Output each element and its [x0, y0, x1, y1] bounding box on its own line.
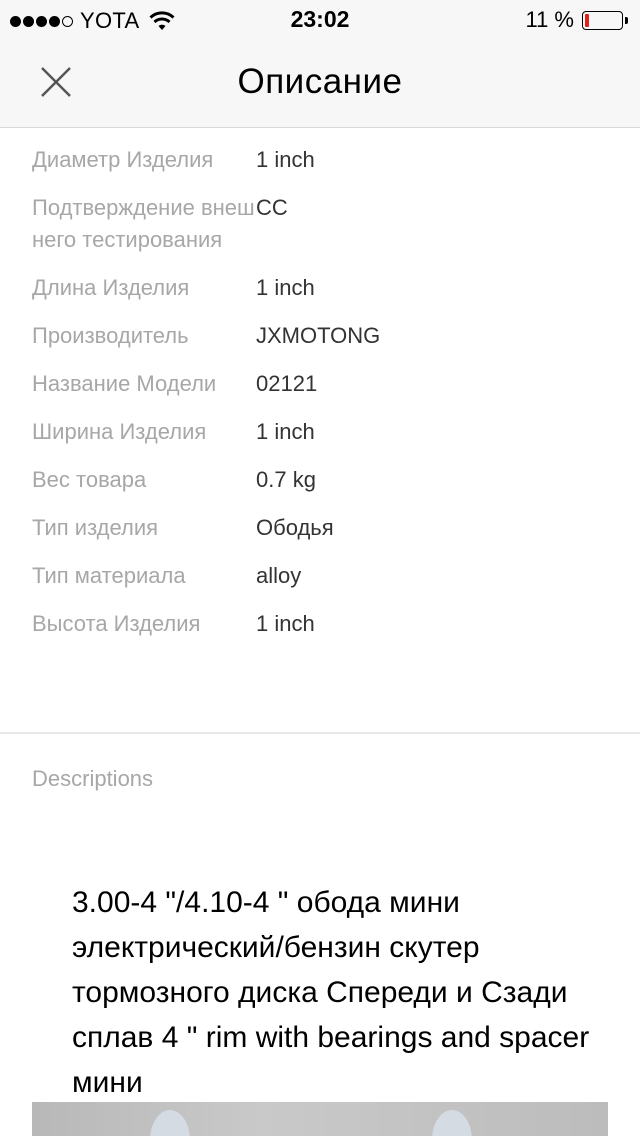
divider: [0, 732, 640, 734]
header: YOTA 23:02 11 % Описание: [0, 0, 640, 128]
battery-tip: [625, 16, 628, 24]
spec-value: 1 inch: [256, 147, 315, 172]
spec-row: Название Модели 02121: [32, 368, 612, 400]
spec-value: 1 inch: [256, 419, 315, 444]
spec-label: Тип изделия: [32, 515, 159, 540]
spec-row: Тип материала alloy: [32, 560, 612, 592]
spec-value: JXMOTONG: [256, 323, 381, 348]
spec-label: Длина Изделия: [32, 275, 190, 300]
product-image: [32, 1102, 608, 1136]
spec-row: Ширина Изделия 1 inch: [32, 416, 612, 448]
page-title: Описание: [237, 62, 403, 101]
status-right: 11 %: [525, 7, 628, 33]
spec-value: CC: [256, 195, 288, 220]
product-image-detail: [150, 1110, 190, 1136]
spec-value: 1 inch: [256, 611, 315, 636]
spec-row: Высота Изделия 1 inch: [32, 608, 612, 640]
spec-label: Подтверждение внешнего тестирования: [32, 195, 255, 252]
spec-value: 02121: [256, 371, 318, 396]
spec-table: Диаметр Изделия 1 inch Подтверждение внешн…: [32, 144, 612, 656]
description-text: 3.00-4 "/4.10-4 " обода мини электрическ…: [72, 886, 590, 1099]
spec-row: Тип изделия Ободья: [32, 512, 612, 544]
battery-level: [585, 13, 589, 27]
spec-label: Тип материала: [32, 563, 186, 588]
spec-label: Высота Изделия: [32, 611, 201, 636]
spec-value: 0.7 kg: [256, 467, 316, 492]
spec-value: alloy: [256, 563, 302, 588]
spec-row: Вес товара 0.7 kg: [32, 464, 612, 496]
spec-label: Производитель: [32, 323, 189, 348]
spec-row: Производитель JXMOTONG: [32, 320, 612, 352]
spec-label: Вес товара: [32, 467, 147, 492]
spec-row: Подтверждение внешнего тестирования CC: [32, 192, 612, 256]
status-bar: YOTA 23:02 11 %: [0, 0, 640, 40]
spec-label: Ширина Изделия: [32, 419, 207, 444]
spec-row: Длина Изделия 1 inch: [32, 272, 612, 304]
product-image-detail: [432, 1110, 472, 1136]
spec-label: Название Модели: [32, 371, 217, 396]
battery-percentage: 11 %: [525, 7, 574, 32]
spec-value: 1 inch: [256, 275, 315, 300]
battery-icon: [582, 10, 623, 30]
spec-row: Диаметр Изделия 1 inch: [32, 144, 612, 176]
descriptions-heading: Descriptions: [32, 766, 154, 791]
spec-value: Ободья: [256, 515, 334, 540]
spec-label: Диаметр Изделия: [32, 147, 214, 172]
